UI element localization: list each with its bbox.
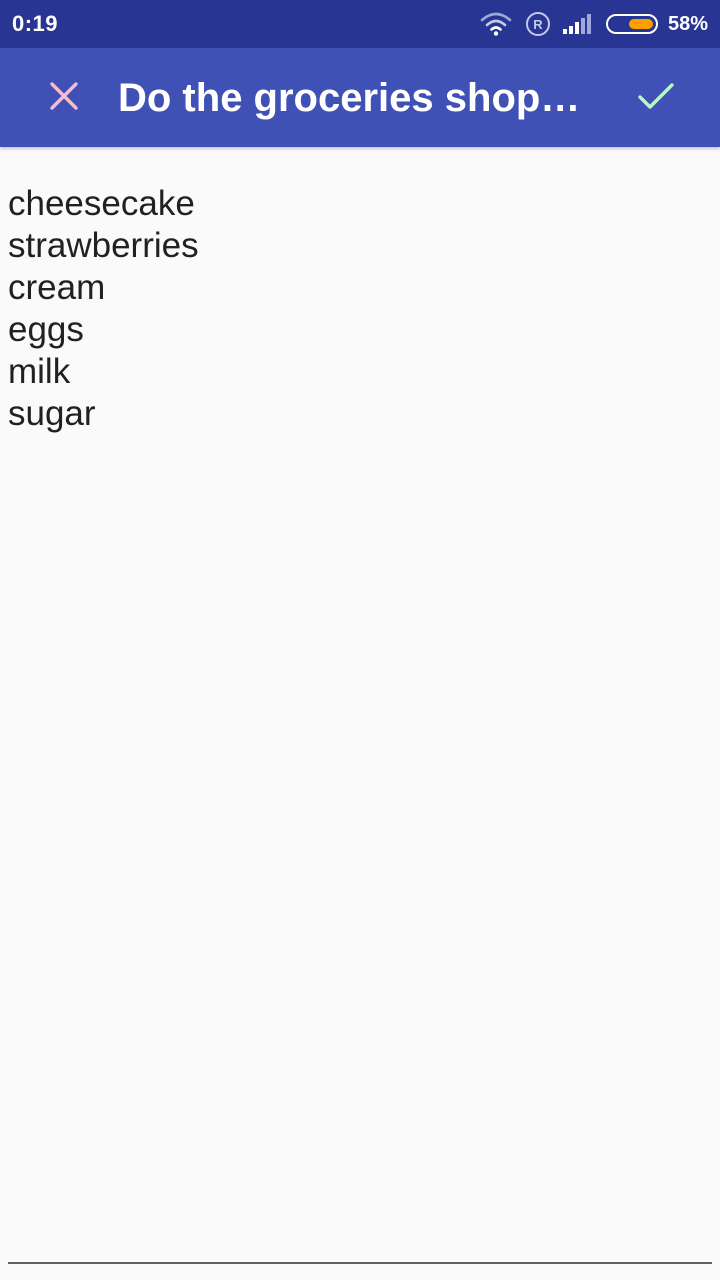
toolbar: Do the groceries shop… — [0, 48, 720, 147]
close-icon — [48, 80, 80, 117]
signal-icon — [562, 14, 592, 34]
page-title: Do the groceries shop… — [118, 76, 581, 120]
note-line: sugar — [8, 394, 96, 433]
screen: 0:19 R 58% Do the groceries shop… cheese… — [0, 0, 720, 1280]
done-button[interactable] — [616, 68, 696, 128]
wifi-icon — [480, 12, 512, 36]
note-line: eggs — [8, 310, 84, 349]
status-bar: 0:19 R 58% — [0, 0, 720, 48]
note-line: cheesecake — [8, 184, 195, 223]
note-line: milk — [8, 352, 71, 391]
status-icons: R 58% — [470, 0, 708, 48]
check-icon — [637, 80, 675, 117]
battery-icon — [605, 14, 658, 34]
note-editor[interactable]: cheesecake strawberries cream eggs milk … — [8, 183, 708, 435]
battery-fill — [628, 19, 653, 29]
editor-underline — [8, 1262, 712, 1264]
close-button[interactable] — [24, 68, 104, 128]
note-line: cream — [8, 268, 106, 307]
battery-percent: 58% — [667, 12, 708, 35]
roaming-icon: R — [525, 12, 550, 36]
status-time: 0:19 — [12, 11, 59, 36]
note-line: strawberries — [8, 226, 199, 265]
